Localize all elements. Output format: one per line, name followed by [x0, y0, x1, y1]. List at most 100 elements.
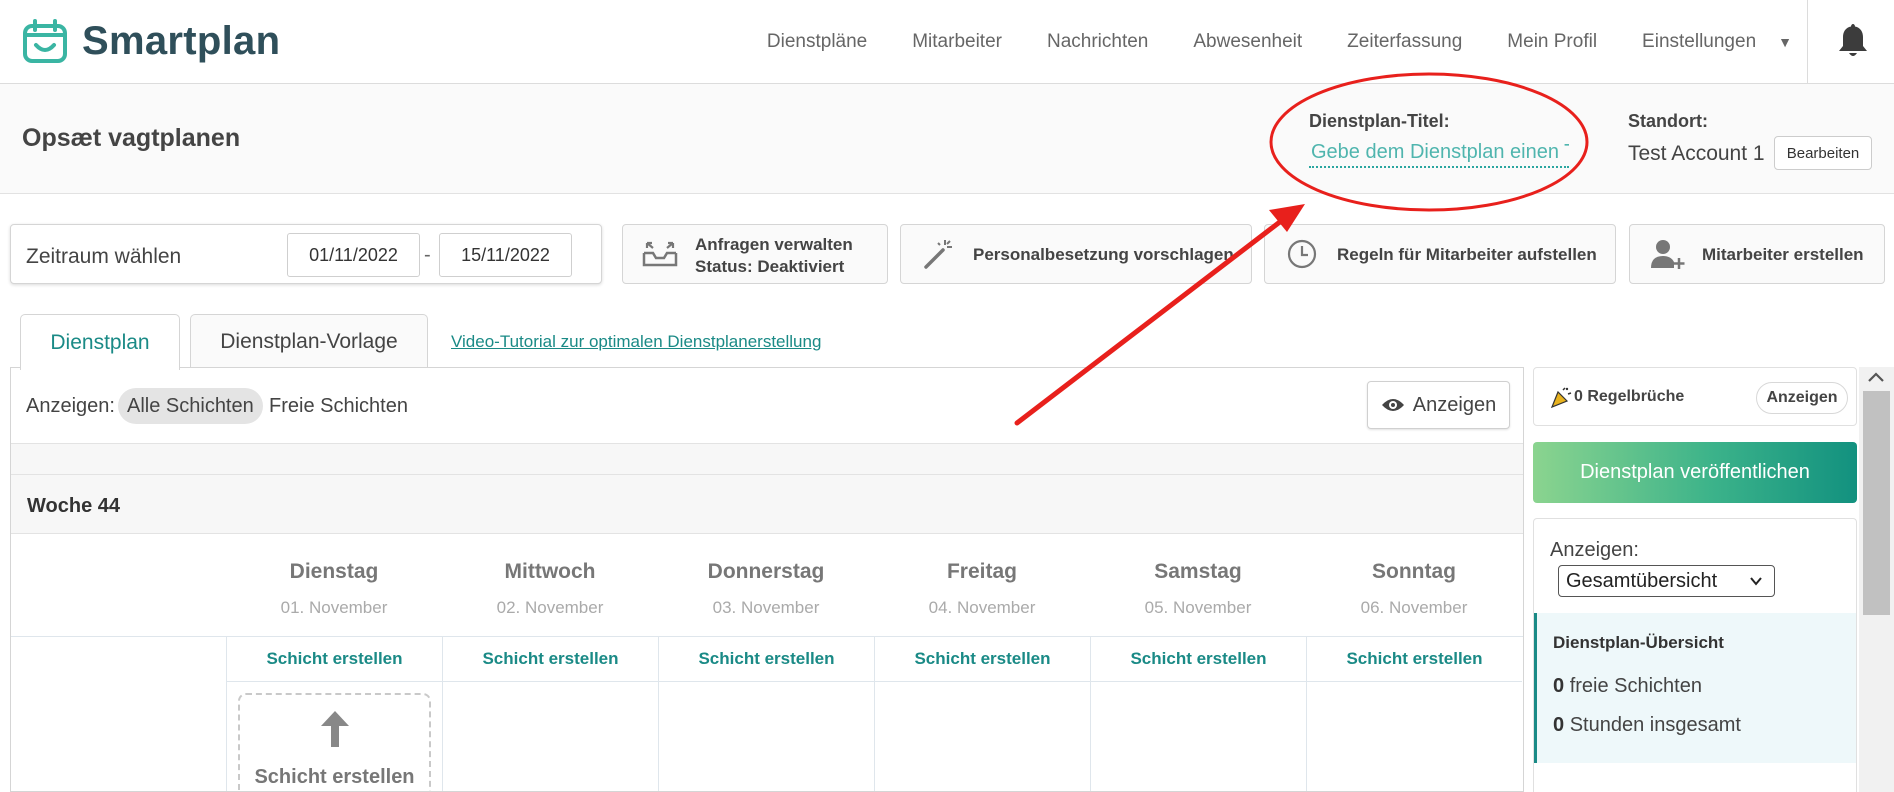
- schedule-overview-box: Anzeigen: Gesamtübersicht Dienstplan-Übe…: [1533, 518, 1857, 792]
- schedule-overview: Dienstplan-Übersicht 0 freie Schichten 0…: [1534, 613, 1856, 763]
- chevron-down-icon: [1750, 577, 1762, 586]
- week-header: Woche 44: [11, 474, 1523, 534]
- day-name: Mittwoch: [504, 560, 596, 583]
- create-shift-link[interactable]: Schicht erstellen: [1091, 636, 1306, 682]
- day-column: Schicht erstellen: [1306, 636, 1522, 791]
- create-employee-label: Mitarbeiter erstellen: [1702, 244, 1864, 264]
- create-employee-button[interactable]: Mitarbeiter erstellen: [1629, 224, 1885, 284]
- schedule-title-label: Dienstplan-Titel:: [1309, 111, 1450, 131]
- day-name: Sonntag: [1372, 560, 1456, 583]
- top-navigation: Smartplan Dienstpläne Mitarbeiter Nachri…: [0, 0, 1894, 84]
- publish-schedule-button[interactable]: Dienstplan veröffentlichen: [1533, 442, 1857, 503]
- day-date: 03. November: [712, 598, 820, 617]
- view-select-value: Gesamtübersicht: [1566, 569, 1718, 592]
- day-header: Sonntag 06. November: [1306, 534, 1522, 637]
- free-shifts-text: freie Schichten: [1569, 675, 1702, 697]
- schedule-panel: Anzeigen: Alle Schichten Freie Schichten…: [10, 367, 1524, 792]
- day-name: Dienstag: [289, 560, 379, 583]
- shift-filter-row: Anzeigen: Alle Schichten Freie Schichten…: [11, 368, 1523, 444]
- day-column: Schicht erstellen: [874, 636, 1090, 791]
- date-to-input[interactable]: 15/11/2022: [439, 233, 572, 277]
- day-date: 06. November: [1360, 598, 1468, 617]
- week-spacer: [11, 444, 1523, 474]
- date-from-input[interactable]: 01/11/2022: [287, 233, 420, 277]
- filter-free-shifts[interactable]: Freie Schichten: [260, 388, 417, 424]
- week-title: Woche 44: [27, 495, 120, 517]
- day-name: Freitag: [946, 560, 1017, 583]
- day-header: Freitag 04. November: [874, 534, 1090, 637]
- filter-all-shifts[interactable]: Alle Schichten: [118, 388, 263, 424]
- total-hours-text: Stunden insgesamt: [1569, 714, 1741, 736]
- create-shift-link[interactable]: Schicht erstellen: [659, 636, 874, 682]
- day-column: Schicht erstellen: [1090, 636, 1306, 791]
- suggest-staffing-button[interactable]: Personalbesetzung vorschlagen: [900, 224, 1252, 284]
- filter-label: Anzeigen:: [26, 395, 115, 417]
- page-scrollbar[interactable]: [1859, 367, 1894, 792]
- day-header: Samstag 05. November: [1090, 534, 1306, 637]
- show-options-label: Anzeigen: [1412, 393, 1497, 416]
- nav-mitarbeiter[interactable]: Mitarbeiter: [912, 31, 1002, 53]
- employee-rules-label: Regeln für Mitarbeiter aufstellen: [1337, 244, 1597, 264]
- nav-abwesenheit[interactable]: Abwesenheit: [1193, 31, 1302, 53]
- schedule-title-bar: Opsæt vagtplanen Dienstplan-Titel: Stand…: [0, 84, 1894, 194]
- inbox-arrows-icon: [637, 237, 683, 271]
- manage-requests-button[interactable]: Anfragen verwalten Status: Deaktiviert: [622, 224, 888, 284]
- create-shift-card[interactable]: Schicht erstellen: [238, 693, 431, 791]
- period-label: Zeitraum wählen: [26, 245, 182, 268]
- create-shift-link[interactable]: Schicht erstellen: [1307, 636, 1522, 682]
- chevron-down-icon[interactable]: ▼: [1778, 34, 1792, 50]
- day-name: Donnerstag: [707, 560, 825, 583]
- view-label: Anzeigen:: [1550, 539, 1639, 561]
- date-separator: -: [424, 244, 431, 266]
- day-date: 04. November: [928, 598, 1036, 617]
- employee-rules-button[interactable]: Regeln für Mitarbeiter aufstellen: [1264, 224, 1616, 284]
- total-hours-count: 0: [1553, 714, 1565, 736]
- bell-icon[interactable]: [1836, 22, 1870, 60]
- create-shift-link[interactable]: Schicht erstellen: [227, 636, 442, 682]
- create-shift-link[interactable]: Schicht erstellen: [875, 636, 1090, 682]
- add-user-icon: [1644, 237, 1690, 271]
- day-column: Schicht erstellen Schicht erstellen: [226, 636, 442, 791]
- create-shift-link[interactable]: Schicht erstellen: [443, 636, 658, 682]
- requests-status: Status: Deaktiviert: [695, 256, 845, 276]
- tab-dienstplan-vorlage[interactable]: Dienstplan-Vorlage: [190, 314, 428, 368]
- day-date: 02. November: [496, 598, 604, 617]
- clock-icon: [1279, 237, 1325, 271]
- app-logo[interactable]: Smartplan: [22, 18, 280, 64]
- suggest-staffing-label: Personalbesetzung vorschlagen: [973, 244, 1234, 264]
- eye-icon: [1381, 399, 1404, 411]
- day-header: Donnerstag 03. November: [658, 534, 874, 637]
- day-column: Schicht erstellen: [658, 636, 874, 791]
- create-shift-card-label: Schicht erstellen: [254, 766, 415, 788]
- rule-violations-box: 0 Regelbrüche Anzeigen: [1533, 367, 1857, 426]
- day-date: 05. November: [1144, 598, 1252, 617]
- day-column: Schicht erstellen: [442, 636, 658, 791]
- manage-requests-label: Anfragen verwalten: [695, 234, 853, 254]
- nav-zeiterfassung[interactable]: Zeiterfassung: [1347, 31, 1462, 53]
- location-value: Test Account 1: [1628, 142, 1765, 165]
- page-title: Opsæt vagtplanen: [22, 124, 241, 152]
- calendar-smile-icon: [23, 19, 67, 63]
- free-shifts-count: 0: [1553, 675, 1565, 697]
- party-popper-icon: [1550, 387, 1572, 409]
- video-tutorial-link[interactable]: Video-Tutorial zur optimalen Dienstplane…: [451, 332, 821, 352]
- nav-einstellungen[interactable]: Einstellungen: [1642, 31, 1756, 53]
- schedule-title-input[interactable]: [1309, 138, 1569, 168]
- day-date: 01. November: [280, 598, 388, 617]
- nav-dienstplaene[interactable]: Dienstpläne: [767, 31, 867, 53]
- nav-nachrichten[interactable]: Nachrichten: [1047, 31, 1148, 53]
- scrollbar-thumb[interactable]: [1863, 391, 1890, 615]
- total-hours-stat: 0 Stunden insgesamt: [1553, 714, 1741, 737]
- show-rule-violations-button[interactable]: Anzeigen: [1756, 382, 1848, 414]
- view-select[interactable]: Gesamtübersicht: [1558, 565, 1775, 597]
- free-shifts-stat: 0 freie Schichten: [1553, 675, 1702, 698]
- edit-location-button[interactable]: Bearbeiten: [1774, 136, 1872, 170]
- scroll-up-arrow-icon[interactable]: [1867, 371, 1885, 383]
- main-nav: Dienstpläne Mitarbeiter Nachrichten Abwe…: [722, 0, 1792, 84]
- show-options-button[interactable]: Anzeigen: [1367, 381, 1510, 429]
- overview-title: Dienstplan-Übersicht: [1553, 633, 1724, 652]
- arrow-up-icon: [321, 711, 349, 747]
- nav-divider: [1807, 0, 1808, 84]
- tab-dienstplan[interactable]: Dienstplan: [20, 314, 180, 370]
- nav-mein-profil[interactable]: Mein Profil: [1507, 31, 1597, 53]
